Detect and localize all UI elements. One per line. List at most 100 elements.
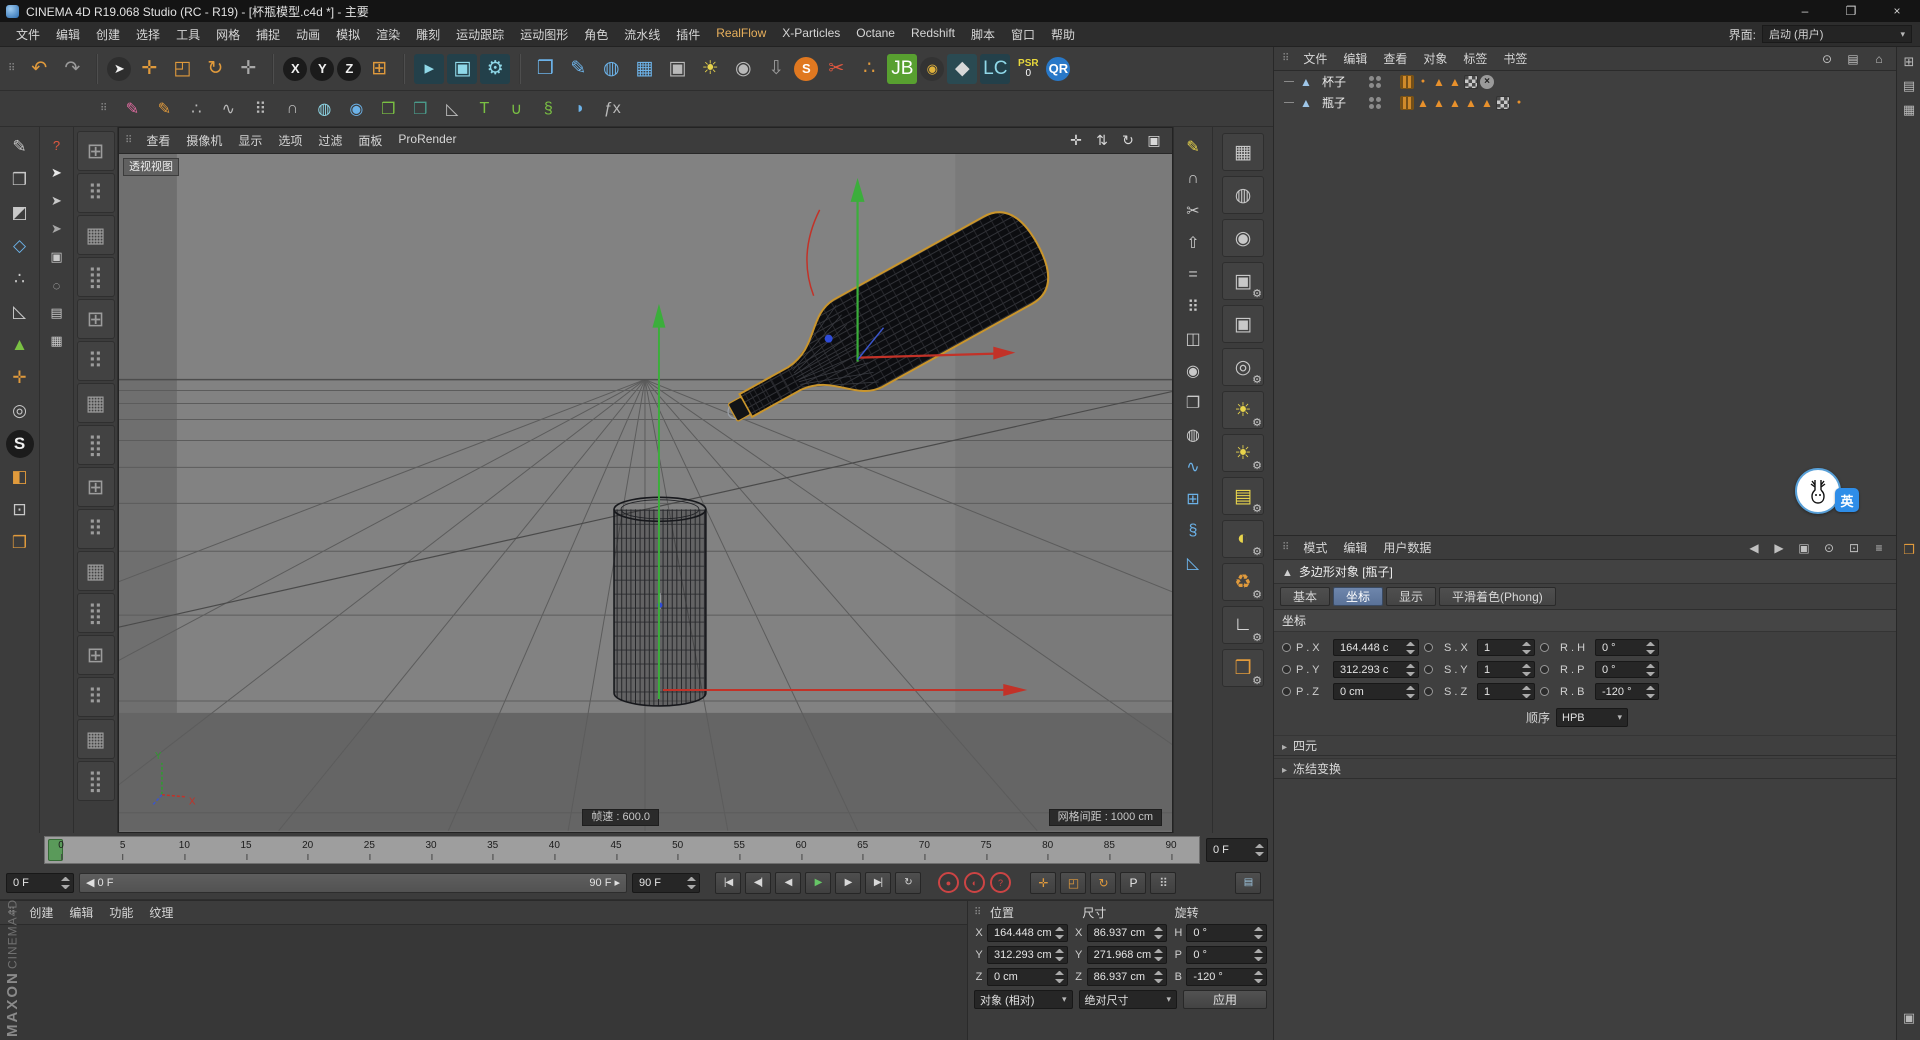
dot-tag[interactable]: ● — [1512, 96, 1526, 110]
ies-light-icon[interactable]: ◐ — [1222, 520, 1264, 558]
toolbar-grip[interactable] — [8, 63, 15, 74]
ramp-icon[interactable]: ◺ — [439, 96, 465, 122]
texture-mode-icon[interactable]: ◩ — [6, 199, 34, 227]
camera-object-icon[interactable]: ▣ — [1222, 305, 1264, 343]
preset-tile-8-icon[interactable]: ⣿ — [77, 425, 115, 465]
phong-tag[interactable]: ▲ — [1464, 96, 1478, 110]
workplane-icon[interactable]: ◇ — [6, 232, 34, 260]
texture-tag[interactable] — [1400, 96, 1414, 110]
symmetry-icon[interactable]: ◫ — [1179, 325, 1207, 353]
render-settings-icon[interactable]: ⚙ — [480, 54, 510, 84]
light-object-icon[interactable]: ☀ — [1222, 391, 1264, 429]
cube-teal-icon[interactable]: ❒ — [407, 96, 433, 122]
cursor-c-icon[interactable]: ➤ — [45, 217, 69, 241]
prev-frame-button[interactable]: ◀ — [775, 872, 801, 894]
key-rotation-button[interactable]: ↻ — [1090, 872, 1116, 894]
vp-menu-item-0[interactable]: 查看 — [138, 130, 178, 151]
phong-tag[interactable]: ▲ — [1480, 96, 1494, 110]
render-picture-viewer-icon[interactable]: ▣ — [447, 54, 477, 84]
preset-tile-9-icon[interactable]: ⊞ — [77, 467, 115, 507]
pen-tool-icon[interactable]: ✎ — [1179, 133, 1207, 161]
end-frame-field[interactable]: 90 F — [632, 873, 700, 893]
edge-mode-icon[interactable]: ◺ — [6, 298, 34, 326]
lock-workplane-icon[interactable]: ⊡ — [6, 496, 34, 524]
visibility-dots[interactable] — [1369, 76, 1381, 88]
key-parameter-button[interactable]: P — [1120, 872, 1146, 894]
phong-tag[interactable]: ▲ — [1448, 96, 1462, 110]
sculpt-brush-icon[interactable]: ✎ — [119, 96, 145, 122]
rotation-p-input[interactable]: 0 ° — [1186, 946, 1267, 964]
attr-prev-icon[interactable]: ◀ — [1745, 539, 1763, 557]
dock-layout-icon[interactable]: ⊞ — [1900, 53, 1918, 71]
key-circle-rh[interactable] — [1540, 643, 1549, 652]
lock-y-axis-icon[interactable]: Y — [310, 57, 334, 81]
position-x-input[interactable]: 164.448 cm — [987, 924, 1068, 942]
motion-system-button[interactable]: ▤ — [1235, 872, 1261, 894]
make-editable-icon[interactable]: ✎ — [6, 133, 34, 161]
vp-toggle-icon[interactable]: ▣ — [1142, 130, 1166, 152]
om-home-icon[interactable]: ⌂ — [1870, 50, 1888, 68]
point-mode-icon[interactable]: ∴ — [6, 265, 34, 293]
key-circle-sz[interactable] — [1424, 687, 1433, 696]
viewport-solo-icon[interactable]: ◎ — [6, 397, 34, 425]
rotation-h-input[interactable]: 0 ° — [1186, 924, 1267, 942]
orange-cube-icon[interactable]: ❒ — [6, 529, 34, 557]
om-menu-item-0[interactable]: 文件 — [1295, 48, 1335, 69]
subdivision-surface-icon[interactable]: ◍ — [596, 54, 626, 84]
floor-object-icon[interactable]: ▦ — [1222, 133, 1264, 171]
goto-start-button[interactable]: |◀ — [715, 872, 741, 894]
fx-icon[interactable]: ƒx — [599, 96, 625, 122]
dock-structure-icon[interactable]: ▦ — [1900, 101, 1918, 119]
environment-object-icon[interactable]: ◉ — [1222, 219, 1264, 257]
xparticles-scissors-icon[interactable]: ✂ — [821, 54, 851, 84]
boole-icon[interactable]: ◉ — [1179, 357, 1207, 385]
octane-icon[interactable]: ◉ — [920, 57, 944, 81]
menubar-item-3[interactable]: 选择 — [128, 24, 168, 45]
polygon-mode-icon[interactable]: ▲ — [6, 331, 34, 359]
current-frame-field[interactable]: 0 F — [6, 873, 74, 893]
light-icon[interactable]: ☀ — [695, 54, 725, 84]
cloth-icon[interactable]: ◗ — [567, 96, 593, 122]
group-quaternion[interactable]: 四元 — [1274, 735, 1896, 756]
vp-pan-icon[interactable]: ✛ — [1064, 130, 1088, 152]
menubar-item-1[interactable]: 编辑 — [48, 24, 88, 45]
object-row-cup[interactable]: 杯子 ●▲▲× — [1274, 71, 1896, 92]
record-selected-button[interactable]: ? — [990, 872, 1011, 893]
timeline-ruler[interactable]: 051015202530354045505560657075808590 — [44, 836, 1200, 864]
apply-button[interactable]: 应用 — [1183, 990, 1267, 1009]
coords-grip[interactable] — [974, 907, 984, 918]
cube-gear-icon[interactable]: ❒ — [1222, 649, 1264, 687]
ime-language-badge[interactable]: 英 — [1835, 488, 1859, 512]
viewport-3d-scene[interactable]: Y X — [119, 154, 1172, 831]
attr-menu-item-2[interactable]: 用户数据 — [1375, 537, 1439, 558]
menubar-item-14[interactable]: 流水线 — [616, 24, 668, 45]
preset-tile-6-icon[interactable]: ⠿ — [77, 341, 115, 381]
points-icon[interactable]: ∴ — [183, 96, 209, 122]
preset-tile-2-icon[interactable]: ⠿ — [77, 173, 115, 213]
coord-system-icon[interactable]: ⊞ — [364, 54, 394, 84]
menubar-item-18[interactable]: Octane — [848, 24, 903, 45]
array-icon[interactable]: ⠿ — [1179, 293, 1207, 321]
ime-indicator[interactable]: 英 — [1795, 468, 1859, 514]
mini-grid-icon[interactable]: ▦ — [45, 329, 69, 353]
key-circle-pz[interactable] — [1282, 687, 1291, 696]
preset-tile-1-icon[interactable]: ⊞ — [77, 131, 115, 171]
ffd-deformer-icon[interactable]: ⊞ — [1179, 485, 1207, 513]
p-x-input[interactable]: 164.448 c — [1333, 639, 1419, 656]
vp-zoom-icon[interactable]: ⇅ — [1090, 130, 1114, 152]
model-mode-icon[interactable]: ❒ — [6, 166, 34, 194]
key-circle-rb[interactable] — [1540, 687, 1549, 696]
om-menu-item-1[interactable]: 编辑 — [1335, 48, 1375, 69]
dock-bottom-icon[interactable]: ▣ — [1900, 1009, 1918, 1027]
tab-1[interactable]: 坐标 — [1333, 587, 1383, 606]
menubar-item-6[interactable]: 捕捉 — [248, 24, 288, 45]
last-tool-icon[interactable]: ✛ — [233, 54, 263, 84]
play-button[interactable]: ▶ — [805, 872, 831, 894]
arc-tool-icon[interactable]: ∩ — [1179, 165, 1207, 193]
tab-2[interactable]: 显示 — [1386, 587, 1436, 606]
maximize-button[interactable]: ❐ — [1828, 0, 1874, 22]
vp-menu-item-4[interactable]: 过滤 — [310, 130, 350, 151]
menubar-item-10[interactable]: 雕刻 — [408, 24, 448, 45]
visibility-dots[interactable] — [1369, 97, 1381, 109]
render-view-icon[interactable]: ▸ — [414, 54, 444, 84]
